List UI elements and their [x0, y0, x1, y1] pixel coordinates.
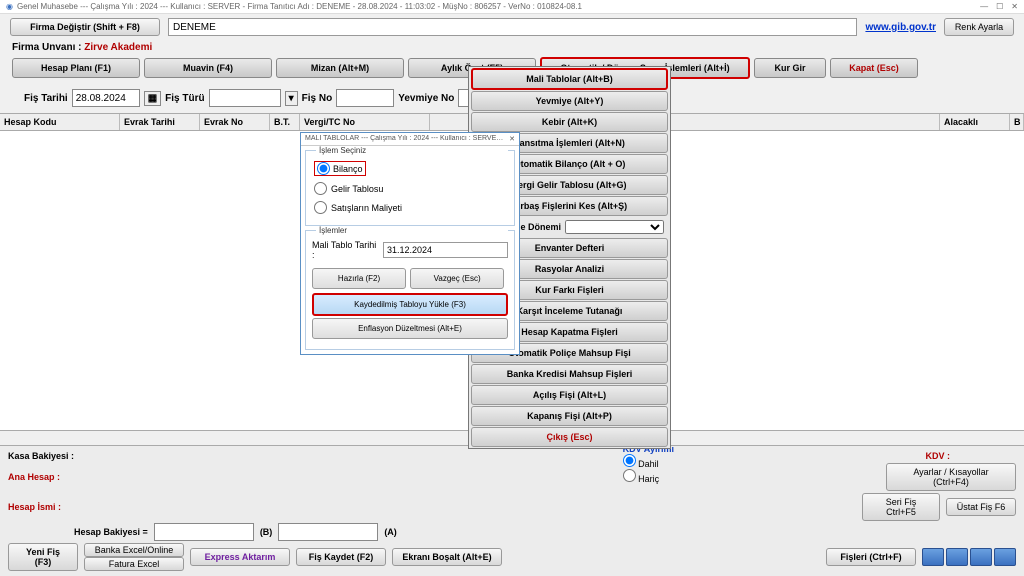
fis-turu-label: Fiş Türü: [165, 93, 204, 104]
fis-no-label: Fiş No: [302, 93, 333, 104]
hesap-bakiyesi-a-input[interactable]: [278, 523, 378, 541]
express-aktarim-button[interactable]: Express Aktarım: [190, 548, 290, 566]
firma-input[interactable]: [168, 18, 857, 36]
mali-tablo-tarihi-label: Mali Tablo Tarihi :: [312, 240, 377, 260]
firm-unvan-line: Firma Unvanı : Zirve Akademi: [0, 40, 1024, 55]
nav-next-icon[interactable]: [970, 548, 992, 566]
nav-prev-icon[interactable]: [946, 548, 968, 566]
fis-turu-input[interactable]: [209, 89, 281, 107]
calendar-icon[interactable]: ▦: [144, 91, 161, 106]
col-alacakli: Alacaklı: [940, 114, 1010, 130]
window-title: Genel Muhasebe --- Çalışma Yılı : 2024 -…: [17, 2, 582, 11]
islemler-legend: İşlemler: [316, 226, 508, 235]
col-vergi-tc: Vergi/TC No: [300, 114, 430, 130]
kur-gir-button[interactable]: Kur Gir: [754, 58, 826, 78]
gelir-radio[interactable]: [314, 182, 327, 195]
col-hesap-kodu: Hesap Kodu: [0, 114, 120, 130]
ana-hesap-label: Ana Hesap :: [8, 472, 60, 482]
modal-title-text: MALİ TABLOLAR --- Çalışma Yılı : 2024 --…: [305, 135, 505, 143]
satis-radio[interactable]: [314, 201, 327, 214]
dd-mali-tablolar[interactable]: Mali Tablolar (Alt+B): [471, 68, 668, 90]
fis-kaydet-button[interactable]: Fiş Kaydet (F2): [296, 548, 386, 566]
vazgec-button[interactable]: Vazgeç (Esc): [410, 268, 504, 289]
firma-degistir-button[interactable]: Firma Değiştir (Shift + F8): [10, 18, 160, 36]
mali-tablolar-modal: MALİ TABLOLAR --- Çalışma Yılı : 2024 --…: [300, 132, 520, 355]
minimize-icon[interactable]: —: [980, 2, 988, 11]
bilanco-radio-hl: Bilanço: [314, 161, 366, 176]
gelir-label: Gelir Tablosu: [331, 184, 383, 194]
bottom-panel: KDV Ayırımı Dahil Hariç Kasa Bakiyesi : …: [0, 445, 1024, 576]
col-evrak-no: Evrak No: [200, 114, 270, 130]
dd-cikis[interactable]: Çıkış (Esc): [471, 427, 668, 447]
mizan-button[interactable]: Mizan (Alt+M): [276, 58, 404, 78]
col-bt: B.T.: [270, 114, 300, 130]
dd-banka-kredisi[interactable]: Banka Kredisi Mahsup Fişleri: [471, 364, 668, 384]
ekrani-bosalt-button[interactable]: Ekranı Boşalt (Alt+E): [392, 548, 502, 566]
dd-acilis[interactable]: Açılış Fişi (Alt+L): [471, 385, 668, 405]
bilanco-label: Bilanço: [333, 164, 363, 174]
hesap-plani-button[interactable]: Hesap Planı (F1): [12, 58, 140, 78]
dropdown-icon[interactable]: ▾: [285, 91, 298, 106]
muavin-button[interactable]: Muavin (F4): [144, 58, 272, 78]
satis-label: Satışların Maliyeti: [331, 203, 402, 213]
hesap-ismi-label: Hesap İsmi :: [8, 502, 61, 512]
col-evrak-tarihi: Evrak Tarihi: [120, 114, 200, 130]
maximize-icon[interactable]: ☐: [996, 2, 1003, 11]
banka-excel-button[interactable]: Banka Excel/Online: [84, 543, 184, 557]
mali-tablo-tarihi-input[interactable]: [383, 242, 508, 258]
kaydedilmis-button[interactable]: Kaydedilmiş Tabloyu Yükle (F3): [312, 293, 508, 316]
col-b: B: [1010, 114, 1024, 130]
kdv-haric-radio[interactable]: [623, 469, 636, 482]
dd-kebir[interactable]: Kebir (Alt+K): [471, 112, 668, 132]
renk-ayarla-button[interactable]: Renk Ayarla: [944, 18, 1014, 36]
enflasyon-button[interactable]: Enflasyon Düzeltmesi (Alt+E): [312, 318, 508, 339]
islem-seciniz-legend: İşlem Seçiniz: [316, 146, 508, 155]
bilanco-radio[interactable]: [317, 162, 330, 175]
window-title-bar: ◉ Genel Muhasebe --- Çalışma Yılı : 2024…: [0, 0, 1024, 14]
fis-tarihi-input[interactable]: [72, 89, 140, 107]
fis-tarihi-label: Fiş Tarihi: [24, 93, 68, 104]
ustat-button[interactable]: Üstat Fiş F6: [946, 498, 1016, 516]
nav-first-icon[interactable]: [922, 548, 944, 566]
seri-fis-button[interactable]: Seri Fiş Ctrl+F5: [862, 493, 940, 521]
dd-yevmiye[interactable]: Yevmiye (Alt+Y): [471, 91, 668, 111]
kapat-button[interactable]: Kapat (Esc): [830, 58, 918, 78]
dd-kapanis[interactable]: Kapanış Fişi (Alt+P): [471, 406, 668, 426]
kdv-dahil-radio[interactable]: [623, 454, 636, 467]
hesap-bakiyesi-label: Hesap Bakiyesi =: [74, 527, 148, 537]
fatura-excel-button[interactable]: Fatura Excel: [84, 557, 184, 571]
hesap-bakiyesi-b-input[interactable]: [154, 523, 254, 541]
yeni-fis-button[interactable]: Yeni Fiş (F3): [8, 543, 78, 571]
hazirla-button[interactable]: Hazırla (F2): [312, 268, 406, 289]
fisleri-button[interactable]: Fişleri (Ctrl+F): [826, 548, 916, 566]
nav-last-icon[interactable]: [994, 548, 1016, 566]
kdv-label: KDV :: [926, 451, 951, 461]
dd-beyanname-select[interactable]: [565, 220, 664, 234]
b-paren: (B): [260, 527, 273, 537]
modal-title-bar: MALİ TABLOLAR --- Çalışma Yılı : 2024 --…: [301, 133, 519, 146]
modal-close-icon[interactable]: ✕: [509, 135, 515, 143]
firm-unvan-label: Firma Unvanı :: [12, 42, 81, 53]
firm-unvan-value: Zirve Akademi: [84, 42, 152, 53]
fis-no-input[interactable]: [336, 89, 394, 107]
app-icon: ◉: [6, 2, 13, 11]
kasa-bakiyesi-label: Kasa Bakiyesi :: [8, 451, 74, 461]
yevmiye-no-label: Yevmiye No: [398, 93, 454, 104]
kdv-haric-row[interactable]: Hariç: [623, 474, 660, 484]
gib-link[interactable]: www.gib.gov.tr: [865, 22, 936, 33]
ayarlar-button[interactable]: Ayarlar / Kısayollar (Ctrl+F4): [886, 463, 1016, 491]
close-icon[interactable]: ✕: [1011, 2, 1018, 11]
kdv-dahil-row[interactable]: Dahil: [623, 459, 659, 469]
a-paren: (A): [384, 527, 397, 537]
